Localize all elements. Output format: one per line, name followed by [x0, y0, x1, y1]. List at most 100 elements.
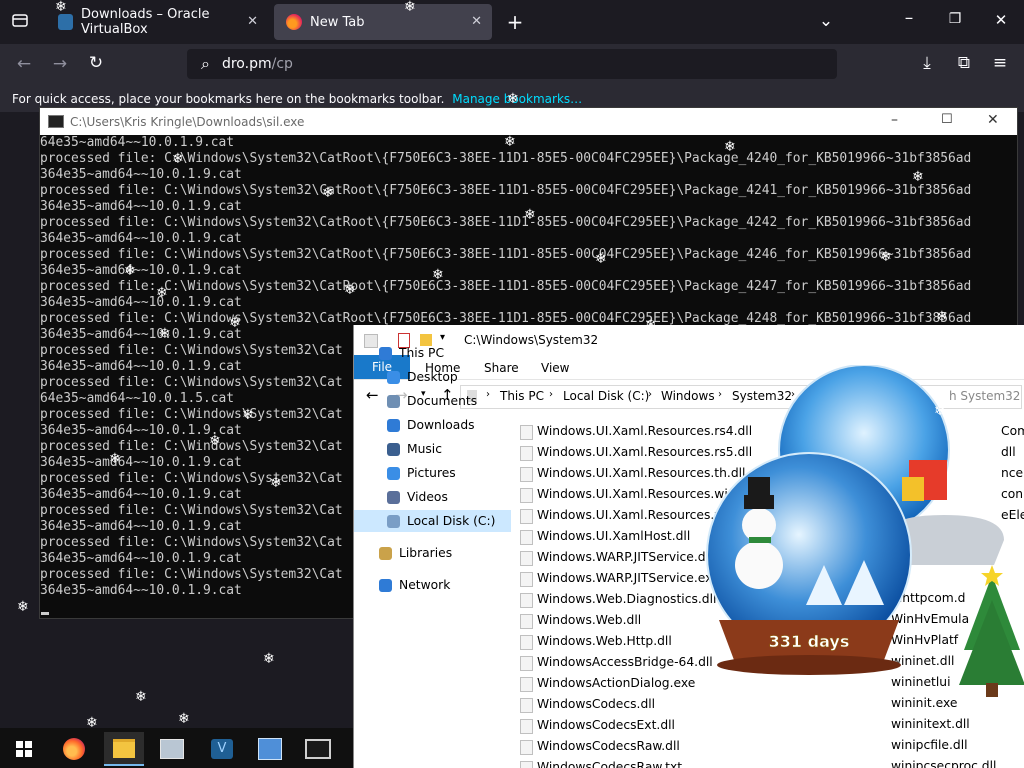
- dll-file-icon: [520, 698, 533, 713]
- nav-item-label: Documents: [407, 394, 478, 408]
- snowflake-icon: ❄: [156, 285, 168, 301]
- tools-icon[interactable]: [250, 732, 290, 766]
- pictures-icon: [387, 467, 400, 480]
- file-name: winipcsecproc.dll: [891, 759, 997, 768]
- extensions-icon[interactable]: ⧉: [950, 53, 978, 73]
- url-bar[interactable]: ⌕ dro.pm/cp: [187, 49, 837, 79]
- console-title: C:\Users\Kris Kringle\Downloads\sil.exe: [70, 114, 305, 129]
- close-tab-icon[interactable]: ✕: [247, 14, 258, 29]
- dll-file-icon: [520, 656, 533, 671]
- nav-item-downloads[interactable]: Downloads: [354, 414, 511, 436]
- snowflake-icon: ❄: [17, 599, 29, 615]
- dll-file-icon: [520, 467, 533, 482]
- search-icon: ⌕: [201, 54, 210, 73]
- nav-item-this-pc[interactable]: This PC: [354, 342, 511, 364]
- restore-icon[interactable]: ❐: [941, 11, 969, 27]
- globe-days-label: 331 days: [769, 632, 850, 651]
- nav-item-network[interactable]: Network: [354, 574, 511, 596]
- dll-file-icon: [520, 614, 533, 629]
- menu-icon[interactable]: ≡: [986, 53, 1014, 73]
- snowflake-icon: ❄: [504, 134, 516, 150]
- nav-item-label: Pictures: [407, 466, 456, 480]
- snowflake-icon: ❄: [645, 317, 657, 333]
- file-name: Windows.UI.XamlHost.dll: [537, 529, 691, 543]
- download-icon[interactable]: ⤓: [913, 53, 941, 73]
- nav-item-pictures[interactable]: Pictures: [354, 462, 511, 484]
- nav-item-local-disk[interactable]: Local Disk (C:): [354, 510, 511, 532]
- snowflake-icon: ❄: [109, 451, 121, 467]
- breadcrumb-local-disk[interactable]: Local Disk (C:): [563, 389, 649, 403]
- file-name: Windows.WARP.JITService.exe: [537, 571, 720, 585]
- console-title-bar: C:\Users\Kris Kringle\Downloads\sil.exe …: [40, 108, 1017, 135]
- downloads-icon: [387, 419, 400, 432]
- nav-item-desktop[interactable]: Desktop: [354, 366, 511, 388]
- libraries-icon: [379, 547, 392, 560]
- windows-start-icon[interactable]: [4, 732, 44, 766]
- snowflake-icon: ❄: [524, 207, 536, 223]
- documents-icon: [387, 395, 400, 408]
- nav-item-music[interactable]: Music: [354, 438, 511, 460]
- minimize-icon[interactable]: –: [891, 112, 898, 128]
- snow-globe-decoration: 331 days: [706, 365, 1024, 697]
- dll-file-icon: [520, 551, 533, 566]
- network-icon: [379, 579, 392, 592]
- file-name: WindowsCodecsExt.dll: [537, 718, 675, 732]
- ribbon-tab-view[interactable]: View: [541, 361, 569, 375]
- snowflake-icon: ❄: [172, 151, 184, 167]
- file-name: WindowsAccessBridge-64.dll: [537, 655, 713, 669]
- snowflake-icon: ❄: [270, 475, 282, 491]
- snowflake-icon: ❄: [124, 263, 136, 279]
- navigation-pane: This PC Desktop Documents Downloads Music Pic…: [354, 346, 514, 768]
- nav-item-videos[interactable]: Videos: [354, 486, 511, 508]
- nav-item-documents[interactable]: Documents: [354, 390, 511, 412]
- nav-item-label: Desktop: [407, 370, 458, 384]
- snowflake-icon: ❄: [936, 309, 948, 325]
- file-name: Windows.Web.Http.dll: [537, 634, 672, 648]
- tab-list-icon[interactable]: [6, 11, 34, 34]
- tab-label: Downloads – Oracle VirtualBox: [81, 7, 210, 37]
- nav-item-label: Local Disk (C:): [407, 514, 496, 528]
- tab-virtualbox[interactable]: Downloads – Oracle VirtualBox ✕: [46, 4, 268, 40]
- reload-icon[interactable]: ↻: [82, 53, 110, 73]
- snowflake-icon: ❄: [344, 282, 356, 298]
- close-tab-icon[interactable]: ✕: [471, 14, 482, 29]
- exe-file-icon: [520, 677, 533, 692]
- nav-item-label: Music: [407, 442, 442, 456]
- music-icon: [387, 443, 400, 456]
- dll-file-icon: [520, 425, 533, 440]
- nav-item-libraries[interactable]: Libraries: [354, 542, 511, 564]
- snowflake-icon: ❄: [178, 711, 190, 727]
- file-name: WindowsCodecsRaw.dll: [537, 739, 680, 753]
- nav-item-label: Downloads: [407, 418, 475, 432]
- virtualbox-icon[interactable]: V: [202, 732, 242, 766]
- taskbar: V: [0, 728, 353, 768]
- snowflake-icon: ❄: [912, 169, 924, 185]
- file-name: Windows.Web.dll: [537, 613, 642, 627]
- virtualbox-icon: [58, 14, 74, 30]
- close-icon[interactable]: ✕: [987, 11, 1015, 29]
- forward-icon[interactable]: →: [46, 54, 74, 74]
- this-pc-icon: [379, 347, 392, 360]
- tab-label: New Tab: [310, 14, 365, 30]
- tab-new-tab[interactable]: New Tab ✕: [274, 4, 492, 40]
- photos-icon[interactable]: [152, 732, 192, 766]
- file-name: WindowsCodecs.dll: [537, 697, 656, 711]
- nav-item-label: Network: [399, 578, 451, 592]
- close-icon[interactable]: ✕: [987, 112, 999, 128]
- file-name: WindowsCodecsRaw.txt: [537, 760, 683, 768]
- snowflake-icon: ❄: [86, 715, 98, 731]
- minimize-icon[interactable]: –: [895, 8, 923, 28]
- back-icon[interactable]: ←: [10, 54, 38, 74]
- firefox-icon[interactable]: [54, 732, 94, 766]
- dll-file-icon: [520, 509, 533, 524]
- chevron-down-icon[interactable]: ⌄: [812, 11, 840, 31]
- videos-icon: [387, 491, 400, 504]
- desktop-icon: [387, 371, 400, 384]
- file-name: Windows.WARP.JITService.dll: [537, 550, 713, 564]
- new-tab-icon[interactable]: +: [501, 10, 529, 34]
- console-icon[interactable]: [298, 732, 338, 766]
- maximize-icon[interactable]: ☐: [941, 112, 953, 127]
- file-explorer-icon[interactable]: [104, 732, 144, 766]
- console-cursor: [41, 612, 49, 615]
- dll-file-icon: [520, 761, 533, 768]
